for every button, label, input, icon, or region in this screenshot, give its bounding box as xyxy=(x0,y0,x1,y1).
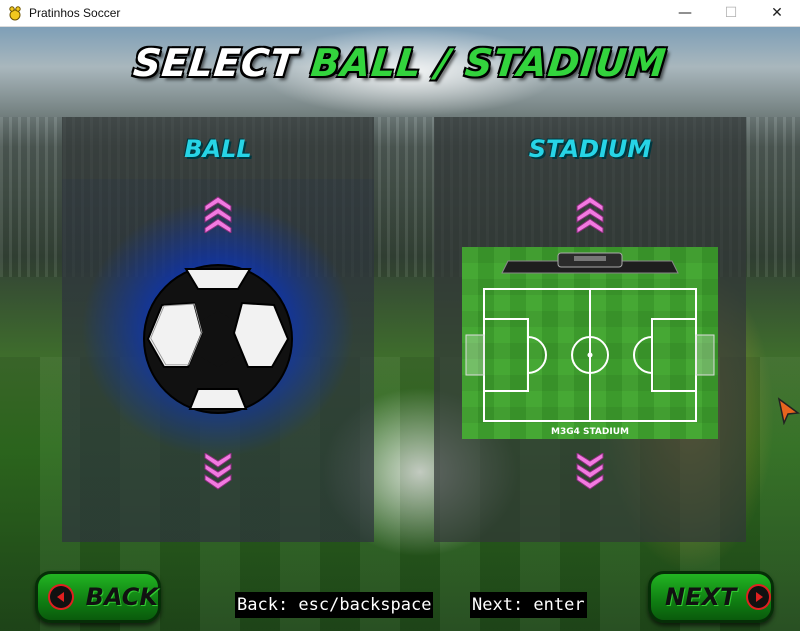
ball-next-chevron-down-icon[interactable] xyxy=(203,453,233,491)
window-title: Pratinhos Soccer xyxy=(29,6,121,20)
stadium-next-chevron-down-icon[interactable] xyxy=(575,453,605,491)
next-button[interactable]: NEXT xyxy=(648,571,774,623)
back-button-label: BACK xyxy=(85,583,158,611)
close-button[interactable]: ✕ xyxy=(754,0,800,26)
screen-title-ball-stadium: BALL / STADIUM xyxy=(308,41,669,85)
arrow-left-icon xyxy=(48,584,74,610)
soccer-ball-icon[interactable] xyxy=(142,263,294,415)
mouse-cursor-icon xyxy=(777,397,800,425)
game-scene: SELECT BALL / STADIUM BALL STADIUM M3G4 … xyxy=(0,27,800,631)
next-button-label: NEXT xyxy=(665,583,737,611)
window-titlebar: Pratinhos Soccer — ☐ ✕ xyxy=(0,0,800,27)
ball-prev-chevron-up-icon[interactable] xyxy=(203,195,233,233)
stadium-name-label: M3G4 STADIUM xyxy=(551,427,629,437)
screen-title: SELECT BALL / STADIUM xyxy=(0,41,800,85)
stadium-panel: STADIUM M3G4 STADIUM xyxy=(434,117,746,542)
arrow-right-icon xyxy=(746,584,771,610)
ball-panel-title: BALL xyxy=(184,135,252,163)
stadium-preview[interactable]: M3G4 STADIUM xyxy=(462,247,718,439)
back-button[interactable]: BACK xyxy=(35,571,161,623)
ball-panel: BALL xyxy=(62,117,374,542)
stadium-prev-chevron-up-icon[interactable] xyxy=(575,195,605,233)
next-hint: Next: enter xyxy=(470,592,587,618)
stadium-panel-title: STADIUM xyxy=(528,135,652,163)
app-icon xyxy=(9,6,21,21)
back-hint: Back: esc/backspace xyxy=(235,592,434,618)
minimize-button[interactable]: — xyxy=(662,0,708,26)
maximize-button[interactable]: ☐ xyxy=(708,0,754,26)
screen-title-select: SELECT xyxy=(131,41,300,85)
